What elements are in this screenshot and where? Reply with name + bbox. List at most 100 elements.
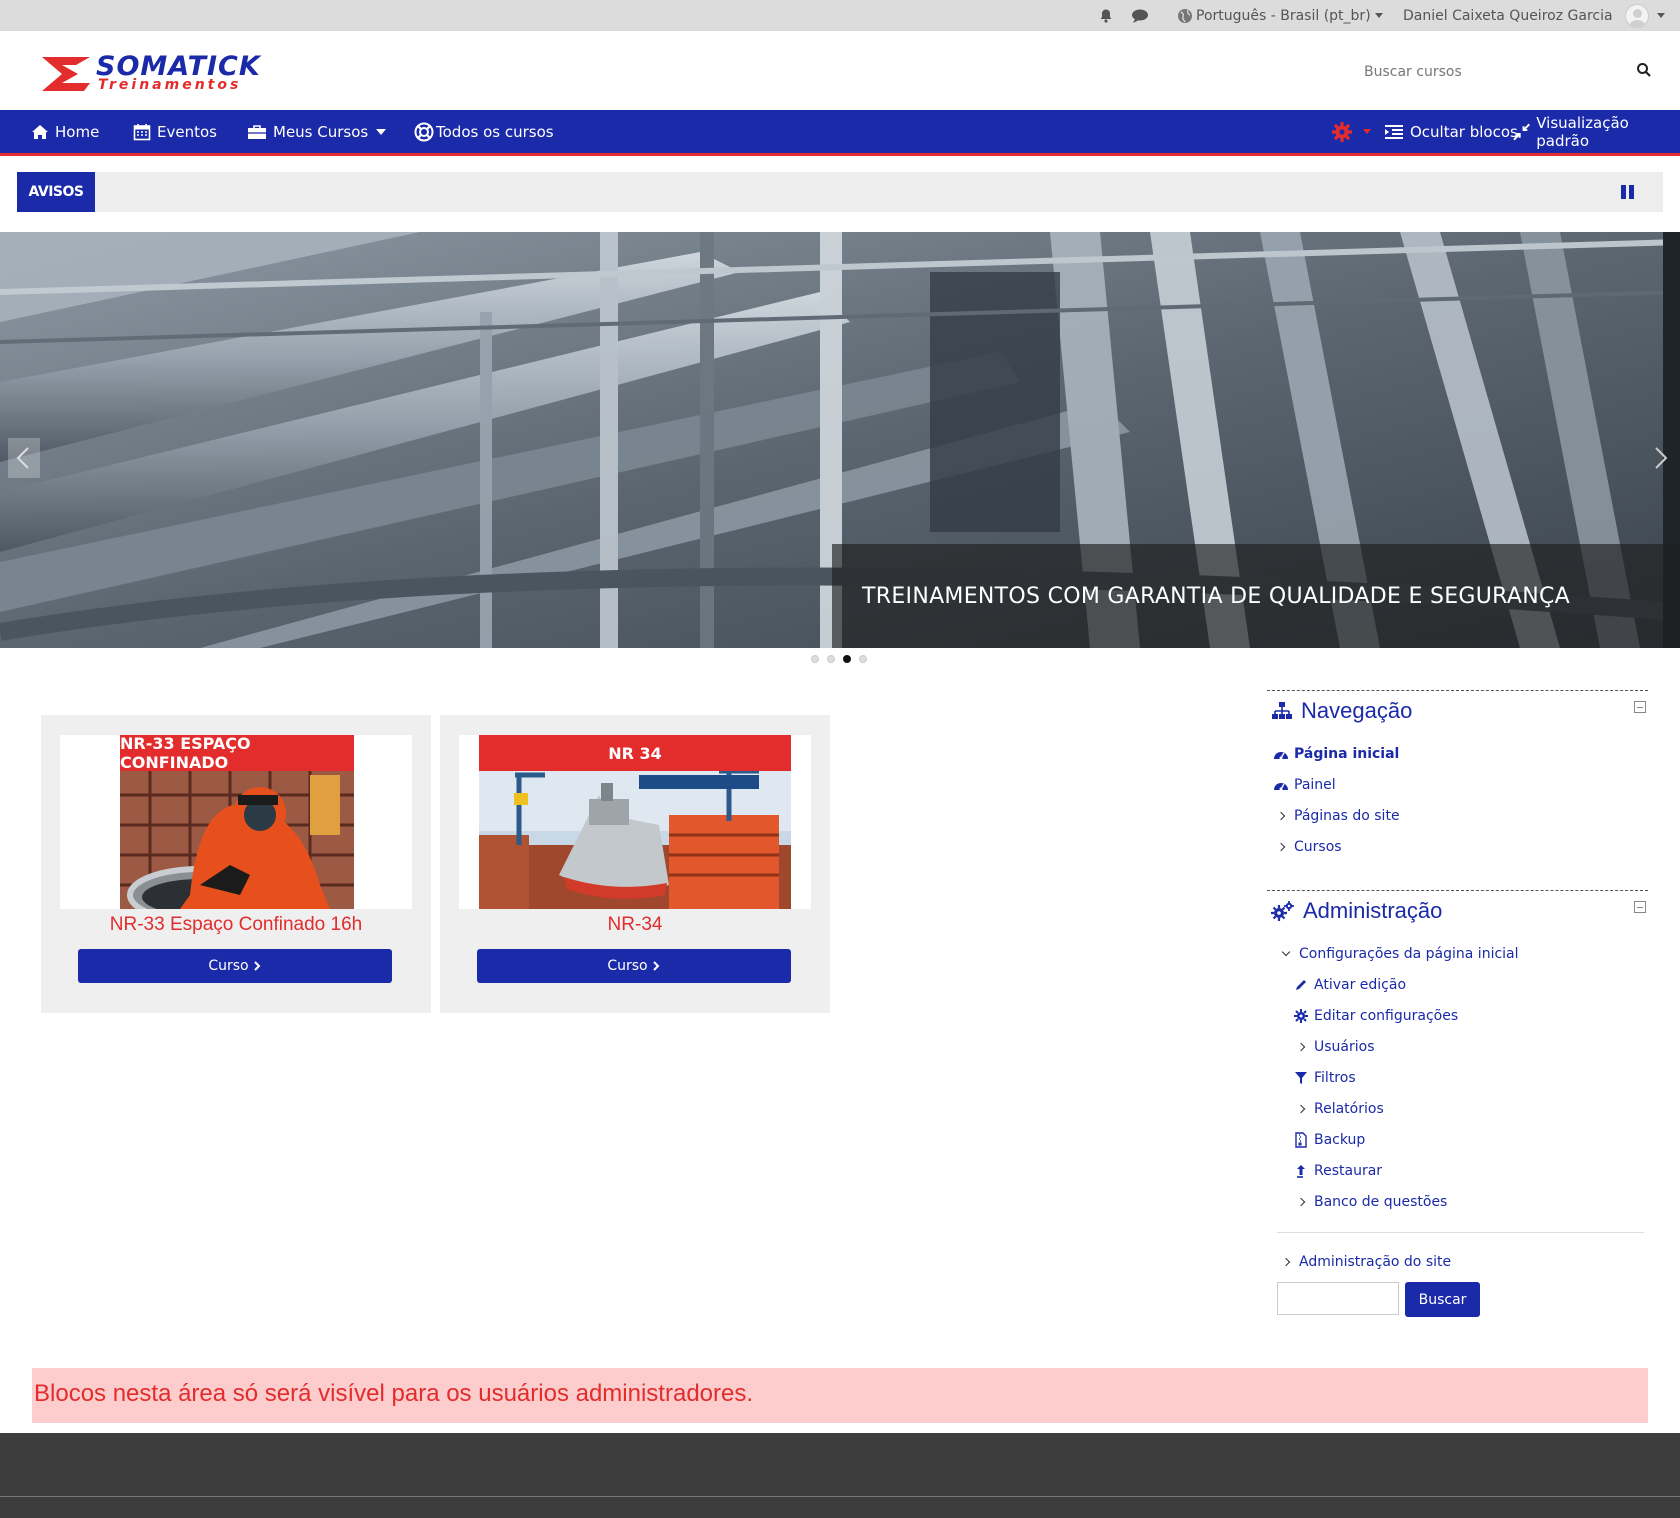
nav-home-label: Home: [55, 122, 100, 141]
logo-mark: [42, 57, 90, 91]
language-label: Português - Brasil (pt_br): [1196, 7, 1371, 24]
chevron-down-icon: [376, 128, 387, 135]
nav-meus-cursos[interactable]: Meus Cursos: [247, 110, 387, 153]
course-button[interactable]: Curso: [78, 949, 392, 983]
nav-todos-cursos[interactable]: Todos os cursos: [414, 110, 554, 153]
admin-site-label: Administração do site: [1299, 1254, 1452, 1270]
nav-todos-cursos-label: Todos os cursos: [436, 122, 554, 141]
admin-item-label: Relatórios: [1314, 1101, 1384, 1117]
admin-item-label: Banco de questões: [1314, 1194, 1448, 1210]
admin-ativar-edicao[interactable]: Ativar edição: [1292, 974, 1406, 996]
admin-search-input[interactable]: [1277, 1282, 1399, 1315]
admin-banco-questoes[interactable]: Banco de questões: [1292, 1191, 1447, 1213]
nav-pagina-inicial[interactable]: Página inicial: [1272, 743, 1399, 765]
nav-eventos[interactable]: Eventos: [133, 110, 217, 153]
language-menu[interactable]: Português - Brasil (pt_br): [1177, 0, 1383, 31]
course-button[interactable]: Curso: [477, 949, 791, 983]
admin-notice-text: Blocos nesta área só será visível para o…: [34, 1380, 754, 1407]
file-archive-icon: [1295, 1132, 1307, 1148]
admin-item-label: Backup: [1314, 1132, 1366, 1148]
course-banner: NR-33 ESPAÇO CONFINADO: [120, 735, 354, 772]
chat-icon[interactable]: [1131, 0, 1149, 31]
collapse-icon[interactable]: [1634, 901, 1646, 913]
course-banner: NR 34: [479, 735, 791, 771]
hide-blocks-button[interactable]: Ocultar blocos: [1384, 110, 1518, 153]
pencil-icon: [1296, 980, 1306, 990]
admin-search-button[interactable]: Buscar: [1405, 1282, 1480, 1317]
admin-relatorios[interactable]: Relatórios: [1292, 1098, 1384, 1120]
globe-icon: [1178, 8, 1192, 23]
nav-eventos-label: Eventos: [157, 122, 217, 141]
cog-icon: [1294, 1009, 1308, 1023]
slider-dot-active[interactable]: [843, 655, 851, 663]
admin-section-label: Configurações da página inicial: [1299, 946, 1519, 962]
slide-caption: TREINAMENTOS COM GARANTIA DE QUALIDADE E…: [832, 544, 1680, 648]
gear-icon: [1332, 121, 1352, 142]
site-footer: [0, 1433, 1680, 1518]
announcements-ticker: AVISOS: [17, 172, 1663, 212]
course-title[interactable]: NR-34: [440, 914, 830, 936]
course-image[interactable]: NR 34: [459, 735, 811, 909]
nav-painel[interactable]: Painel: [1272, 774, 1336, 796]
admin-item-label: Editar configurações: [1314, 1008, 1459, 1024]
slider-dot[interactable]: [811, 655, 819, 663]
site-header: SOMATICK Treinamentos: [0, 31, 1680, 110]
nav-cursos[interactable]: Cursos: [1272, 836, 1342, 858]
site-logo[interactable]: SOMATICK Treinamentos: [40, 51, 290, 93]
administration-title: Administração: [1303, 898, 1443, 923]
chevron-right-icon: [1281, 1257, 1291, 1267]
chevron-down-icon: [1281, 947, 1291, 957]
announcements-label: AVISOS: [17, 172, 95, 212]
search-button[interactable]: [1636, 62, 1656, 82]
nav-home[interactable]: Home: [31, 110, 99, 153]
course-card: NR 34 NR-34 Curso: [440, 715, 830, 1013]
user-menu[interactable]: Daniel Caixeta Queiroz Garcia: [1403, 0, 1665, 31]
navigation-title: Navegação: [1301, 698, 1413, 723]
settings-menu[interactable]: [1331, 110, 1371, 153]
admin-backup[interactable]: Backup: [1292, 1129, 1365, 1151]
gears-icon: [1271, 901, 1294, 921]
logo-subtext: Treinamentos: [98, 77, 242, 93]
admin-usuarios[interactable]: Usuários: [1292, 1036, 1375, 1058]
footer-divider: [0, 1496, 1680, 1497]
slider-indicators: [811, 655, 867, 665]
chevron-right-icon: [253, 961, 261, 971]
hero-slider: TREINAMENTOS COM GARANTIA DE QUALIDADE E…: [0, 232, 1680, 648]
slider-next-button[interactable]: [1650, 438, 1670, 478]
admin-site-administration[interactable]: Administração do site: [1277, 1251, 1451, 1273]
chevron-down-icon: [1363, 129, 1371, 134]
home-icon: [32, 124, 48, 139]
chevron-left-icon: [16, 447, 29, 469]
admin-item-label: Ativar edição: [1314, 977, 1407, 993]
navigation-block-title[interactable]: Navegação: [1271, 697, 1412, 725]
chevron-right-icon: [1296, 1042, 1306, 1052]
administration-block-title[interactable]: Administração: [1271, 897, 1442, 925]
collapse-icon[interactable]: [1634, 701, 1646, 713]
pause-icon[interactable]: [1621, 185, 1635, 199]
lifebuoy-icon: [414, 122, 434, 141]
calendar-icon: [133, 123, 151, 140]
compress-icon: [1513, 123, 1530, 140]
nav-meus-cursos-label: Meus Cursos: [273, 122, 369, 141]
nav-paginas-site[interactable]: Páginas do site: [1272, 805, 1400, 827]
default-view-button[interactable]: Visualização padrão: [1513, 110, 1680, 153]
nav-link-label: Página inicial: [1294, 746, 1400, 762]
default-view-label: Visualização padrão: [1536, 113, 1629, 150]
admin-filtros[interactable]: Filtros: [1292, 1067, 1356, 1089]
admin-frontpage-settings[interactable]: Configurações da página inicial: [1277, 943, 1519, 965]
admin-restaurar[interactable]: Restaurar: [1292, 1160, 1382, 1182]
chevron-right-icon: [1296, 1197, 1306, 1207]
course-title[interactable]: NR-33 Espaço Confinado 16h: [41, 914, 431, 936]
bell-icon[interactable]: [1098, 0, 1114, 31]
admin-notice: Blocos nesta área só será visível para o…: [32, 1368, 1648, 1423]
slider-dot[interactable]: [827, 655, 835, 663]
slider-prev-button[interactable]: [8, 438, 40, 478]
chevron-right-icon: [1296, 1104, 1306, 1114]
course-image[interactable]: NR-33 ESPAÇO CONFINADO: [60, 735, 412, 909]
dashboard-icon: [1274, 752, 1288, 760]
search-input[interactable]: [1360, 55, 1620, 89]
admin-editar-configuracoes[interactable]: Editar configurações: [1292, 1005, 1458, 1027]
slider-dot[interactable]: [859, 655, 867, 663]
filter-icon: [1295, 1072, 1307, 1084]
sitemap-icon: [1272, 702, 1292, 719]
